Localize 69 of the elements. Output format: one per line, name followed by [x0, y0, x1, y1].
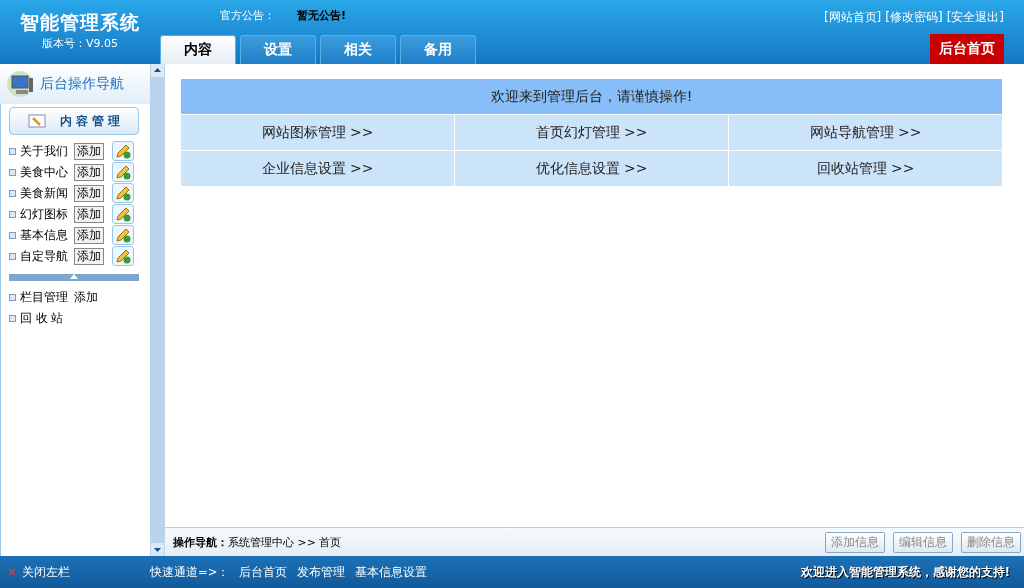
- bullet-icon: [9, 293, 16, 301]
- collapse-arrow-icon: [70, 274, 78, 279]
- content-management-header[interactable]: 内 容 管 理: [9, 107, 139, 135]
- pencil-icon: [115, 227, 131, 243]
- add-button[interactable]: 添加: [74, 142, 104, 160]
- quick-link[interactable]: 基本信息设置: [355, 564, 428, 580]
- nav-tab[interactable]: 备用: [400, 35, 476, 64]
- pencil-icon: [115, 206, 131, 222]
- quick-link[interactable]: 后台首页: [239, 564, 288, 580]
- nav-tab[interactable]: 内容: [160, 35, 236, 64]
- edit-icon: [27, 114, 46, 128]
- edit-button[interactable]: [112, 204, 134, 224]
- sidebar-link[interactable]: 基本信息: [20, 227, 70, 243]
- pencil-icon: [115, 248, 131, 264]
- action-button[interactable]: 删除信息: [961, 531, 1021, 553]
- nav-tab[interactable]: 设置: [240, 35, 316, 64]
- app-title: 智能管理系统: [20, 10, 140, 35]
- nav-tab[interactable]: 相关: [320, 35, 396, 64]
- scroll-up-icon: [151, 64, 164, 77]
- sidebar-link[interactable]: 幻灯图标: [20, 206, 70, 222]
- add-button[interactable]: 添加: [74, 226, 104, 244]
- pencil-icon: [115, 185, 131, 201]
- sidebar-title: 后台操作导航: [40, 75, 124, 93]
- admin-home-button[interactable]: 后台首页: [930, 34, 1004, 64]
- bullet-icon: [9, 252, 16, 260]
- welcome-banner: 欢迎来到管理后台，请谨慎操作!: [181, 79, 1002, 114]
- close-icon: [8, 568, 16, 576]
- shortcut-link[interactable]: 优化信息设置 >>: [455, 151, 728, 186]
- edit-button[interactable]: [112, 141, 134, 161]
- scroll-down-icon: [151, 543, 164, 556]
- add-button[interactable]: 添加: [74, 184, 104, 202]
- shortcut-link[interactable]: 企业信息设置 >>: [181, 151, 454, 186]
- add-button[interactable]: 添加: [74, 247, 104, 265]
- footer-message: 欢迎进入智能管理系统，感谢您的支持!: [800, 564, 1011, 580]
- notice-label: 官方公告：: [220, 8, 275, 23]
- sidebar-link[interactable]: 自定导航: [20, 248, 70, 264]
- pencil-icon: [115, 164, 131, 180]
- breadcrumb-path: 系统管理中心 >> 首页: [228, 534, 342, 550]
- add-button[interactable]: 添加: [74, 205, 104, 223]
- sidebar-link[interactable]: 关于我们: [20, 143, 70, 159]
- computer-icon: [6, 70, 36, 98]
- bullet-icon: [9, 168, 16, 176]
- pencil-icon: [115, 143, 131, 159]
- add-link[interactable]: 添加: [74, 289, 98, 305]
- edit-button[interactable]: [112, 225, 134, 245]
- shortcut-link[interactable]: 首页幻灯管理 >>: [455, 115, 728, 150]
- bullet-icon: [9, 147, 16, 155]
- add-button[interactable]: 添加: [74, 163, 104, 181]
- sidebar-link[interactable]: 美食新闻: [20, 185, 70, 201]
- sidebar-link[interactable]: 栏目管理: [20, 289, 70, 305]
- bullet-icon: [9, 210, 16, 218]
- shortcut-link[interactable]: 网站图标管理 >>: [181, 115, 454, 150]
- close-sidebar-link[interactable]: 关闭左栏: [0, 564, 150, 580]
- sidebar-link[interactable]: 回 收 站: [20, 310, 70, 326]
- scrollbar[interactable]: [150, 64, 165, 556]
- notice-text: 暂无公告!: [297, 8, 347, 23]
- bullet-icon: [9, 189, 16, 197]
- edit-button[interactable]: [112, 183, 134, 203]
- bullet-icon: [9, 314, 16, 322]
- version-label: 版本号：V9.05: [42, 36, 118, 51]
- edit-button[interactable]: [112, 246, 134, 266]
- quick-link[interactable]: 发布管理: [297, 564, 346, 580]
- sidebar-link[interactable]: 美食中心: [20, 164, 70, 180]
- shortcut-link[interactable]: 网站导航管理 >>: [729, 115, 1002, 150]
- breadcrumb-label: 操作导航：: [173, 534, 228, 550]
- bullet-icon: [9, 231, 16, 239]
- edit-button[interactable]: [112, 162, 134, 182]
- shortcut-link[interactable]: 回收站管理 >>: [729, 151, 1002, 186]
- quick-access-label: 快速通道=>：: [150, 564, 230, 580]
